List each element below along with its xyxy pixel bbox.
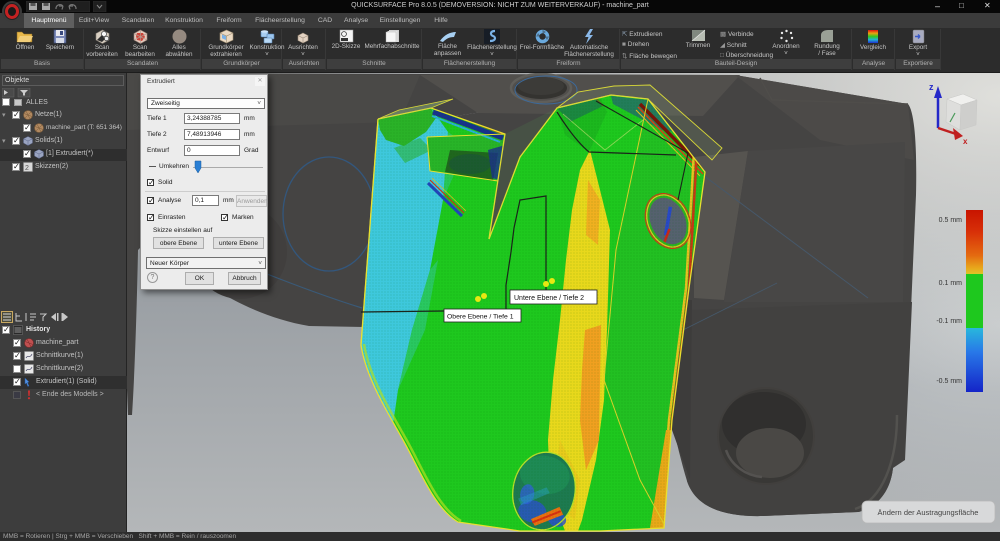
svg-text:2: 2 [25, 165, 29, 172]
svg-text:Ändern der Austragungsfläche: Ändern der Austragungsfläche [878, 508, 979, 517]
svg-text:Untere Ebene / Tiefe 2: Untere Ebene / Tiefe 2 [514, 295, 584, 302]
svg-text:z: z [929, 82, 934, 92]
svg-text:x: x [963, 137, 968, 146]
svg-text:0.1 mm: 0.1 mm [939, 280, 963, 287]
svg-text:-0.1 mm: -0.1 mm [936, 318, 962, 325]
svg-text:-0.5 mm: -0.5 mm [936, 378, 962, 385]
svg-text:Obere Ebene / Tiefe 1: Obere Ebene / Tiefe 1 [447, 314, 514, 321]
svg-text:0.5 mm: 0.5 mm [939, 217, 963, 224]
